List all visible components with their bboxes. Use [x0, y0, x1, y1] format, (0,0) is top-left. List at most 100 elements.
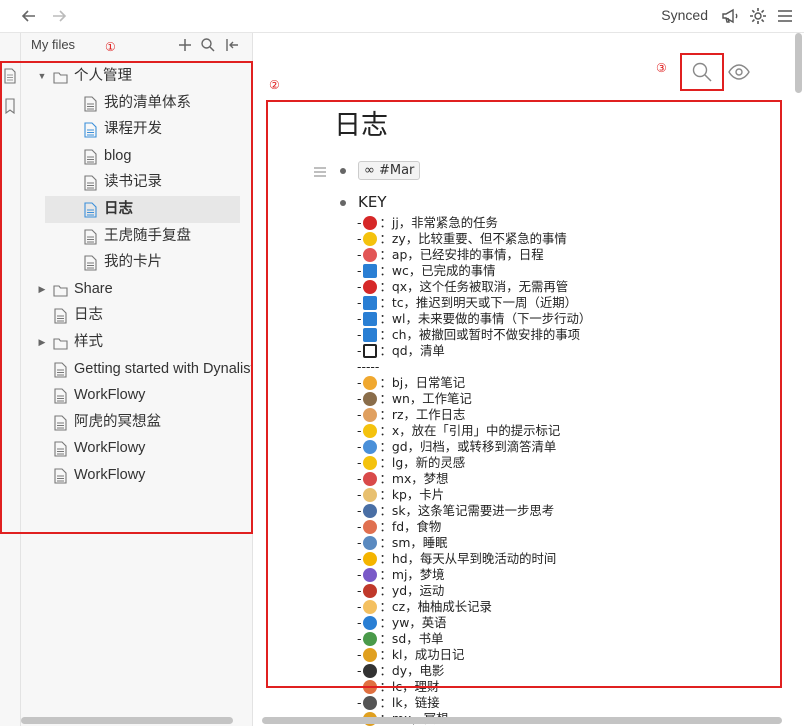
announcements-button[interactable]: [719, 5, 741, 27]
key-line-text: ：yw，英语: [379, 615, 447, 630]
memo-icon: [363, 488, 378, 502]
dash-marker: -: [357, 231, 362, 246]
file-item[interactable]: 我的清单体系: [21, 90, 253, 117]
key-line[interactable]: - ：mj，梦境: [357, 567, 591, 583]
right-arrow-icon: [363, 312, 378, 326]
file-item[interactable]: WorkFlowy: [21, 382, 253, 409]
tree-item-label: 王虎随手复盘: [104, 227, 191, 244]
key-line[interactable]: - ：jj，非常紧急的任务: [357, 215, 591, 231]
forward-button[interactable]: [48, 5, 70, 27]
chevron-right-icon[interactable]: ▶: [36, 329, 48, 356]
bullet-dot[interactable]: [340, 168, 346, 174]
key-heading[interactable]: KEY: [358, 193, 386, 211]
sidebar-horizontal-scrollbar[interactable]: [21, 717, 233, 724]
key-line[interactable]: - ：zy，比较重要、但不紧急的事情: [357, 231, 591, 247]
key-line[interactable]: - ：ch，被撤回或暂时不做安排的事项: [357, 327, 591, 343]
key-line[interactable]: - ：ap，已经安排的事情，日程: [357, 247, 591, 263]
notebook-icon: [363, 392, 378, 406]
key-line-text: ：bj，日常笔记: [379, 375, 466, 390]
key-line-text: ：sm，睡眠: [379, 535, 448, 550]
key-line[interactable]: - ：hd，每天从早到晚活动的时间: [357, 551, 591, 567]
key-line[interactable]: - ：tc，推迟到明天或下一周（近期）: [357, 295, 591, 311]
exclamation-icon: [363, 216, 378, 230]
settings-button[interactable]: [747, 5, 769, 27]
drag-handle[interactable]: [313, 163, 327, 177]
main-horizontal-scrollbar[interactable]: [262, 717, 782, 724]
key-line[interactable]: - ：yd，运动: [357, 583, 591, 599]
menu-button[interactable]: [774, 5, 796, 27]
dash-marker: -: [357, 311, 362, 326]
dash-marker: -: [357, 535, 362, 550]
file-item[interactable]: 读书记录: [21, 169, 253, 196]
key-line[interactable]: - ：sk，这条笔记需要进一步思考: [357, 503, 591, 519]
file-item[interactable]: Getting started with Dynalist: [21, 356, 253, 383]
key-line[interactable]: - ：cz，柚柚成长记录: [357, 599, 591, 615]
key-list: - ：jj，非常紧急的任务 - ：zy，比较重要、但不紧急的事情 - ：ap，已经安排的事…: [357, 215, 591, 726]
add-file-button[interactable]: [176, 36, 194, 54]
key-line[interactable]: - ：lg，新的灵感: [357, 455, 591, 471]
pencil-icon: [363, 376, 378, 390]
key-line[interactable]: - ：mx，梦想: [357, 471, 591, 487]
dash-marker: -: [357, 375, 362, 390]
bullet-dot[interactable]: [340, 200, 346, 206]
file-item[interactable]: blog: [21, 143, 253, 170]
key-line[interactable]: - ：yw，英语: [357, 615, 591, 631]
key-line-text: ：tc，推迟到明天或下一周（近期）: [379, 295, 578, 310]
file-item[interactable]: WorkFlowy: [21, 462, 253, 489]
key-line-text: ：jj，非常紧急的任务: [379, 215, 498, 230]
key-line[interactable]: - ：lc，理财: [357, 679, 591, 695]
key-line[interactable]: - ：dy，电影: [357, 663, 591, 679]
preview-button[interactable]: [727, 60, 751, 84]
tag-item[interactable]: ∞ #Mar: [358, 161, 421, 180]
file-item[interactable]: 阿虎的冥想盆: [21, 409, 253, 436]
search-files-button[interactable]: [199, 36, 217, 54]
tree-item-label: 个人管理: [74, 68, 132, 84]
key-line[interactable]: - ：wc，已完成的事情: [357, 263, 591, 279]
ledger-icon: [363, 680, 378, 694]
sidebar-rail: [0, 33, 21, 726]
key-line[interactable]: - ：rz，工作日志: [357, 407, 591, 423]
key-line[interactable]: - ：kp，卡片: [357, 487, 591, 503]
key-line[interactable]: - ：qd，清单: [357, 343, 591, 359]
chevron-down-icon[interactable]: ▼: [36, 63, 48, 90]
dash-marker: -: [357, 263, 362, 278]
collapse-sidebar-button[interactable]: [223, 36, 241, 54]
key-line[interactable]: - ：wl，未来要做的事情（下一步行动）: [357, 311, 591, 327]
dash-marker: -: [357, 695, 362, 710]
document-title[interactable]: 日志: [334, 103, 388, 142]
key-line[interactable]: -----: [357, 359, 591, 375]
link-icon: [363, 696, 378, 710]
square-icon: [363, 344, 378, 358]
key-line[interactable]: - ：bj，日常笔记: [357, 375, 591, 391]
key-line[interactable]: - ：sm，睡眠: [357, 535, 591, 551]
key-line[interactable]: - ：gd，归档，或转移到滴答清单: [357, 439, 591, 455]
back-button[interactable]: [18, 5, 40, 27]
folder-item[interactable]: ▼ 个人管理: [21, 63, 253, 90]
file-item[interactable]: 王虎随手复盘: [21, 223, 253, 250]
file-item[interactable]: 我的卡片: [21, 249, 253, 276]
thinking-face-icon: [363, 424, 378, 438]
folder-item[interactable]: ▶ 样式: [21, 329, 253, 356]
files-rail-button[interactable]: [3, 68, 17, 84]
key-line[interactable]: - ：kl，成功日记: [357, 647, 591, 663]
key-line[interactable]: - ：qx，这个任务被取消，无需再管: [357, 279, 591, 295]
dash-marker: -: [357, 503, 362, 518]
main-vertical-scrollbar[interactable]: [795, 33, 802, 93]
chevron-right-icon[interactable]: ▶: [36, 276, 48, 303]
bookmarks-rail-button[interactable]: [3, 98, 17, 115]
file-item[interactable]: 课程开发: [21, 116, 253, 143]
key-line[interactable]: - ：x，放在「引用」中的提示标记: [357, 423, 591, 439]
folder-item[interactable]: ▶ Share: [21, 276, 253, 303]
file-item[interactable]: 日志: [21, 302, 253, 329]
file-item[interactable]: WorkFlowy: [21, 435, 253, 462]
key-line[interactable]: - ：fd，食物: [357, 519, 591, 535]
key-line[interactable]: - ：wn，工作笔记: [357, 391, 591, 407]
search-document-button[interactable]: [690, 60, 714, 84]
tree-item-label: 阿虎的冥想盆: [74, 413, 161, 430]
tree-item-label: blog: [104, 147, 132, 164]
tree-item-label: 日志: [104, 200, 133, 217]
key-line[interactable]: - ：sd，书单: [357, 631, 591, 647]
key-line[interactable]: - ：lk，链接: [357, 695, 591, 711]
search-icon: [201, 38, 215, 52]
file-item[interactable]: 日志: [45, 195, 240, 223]
